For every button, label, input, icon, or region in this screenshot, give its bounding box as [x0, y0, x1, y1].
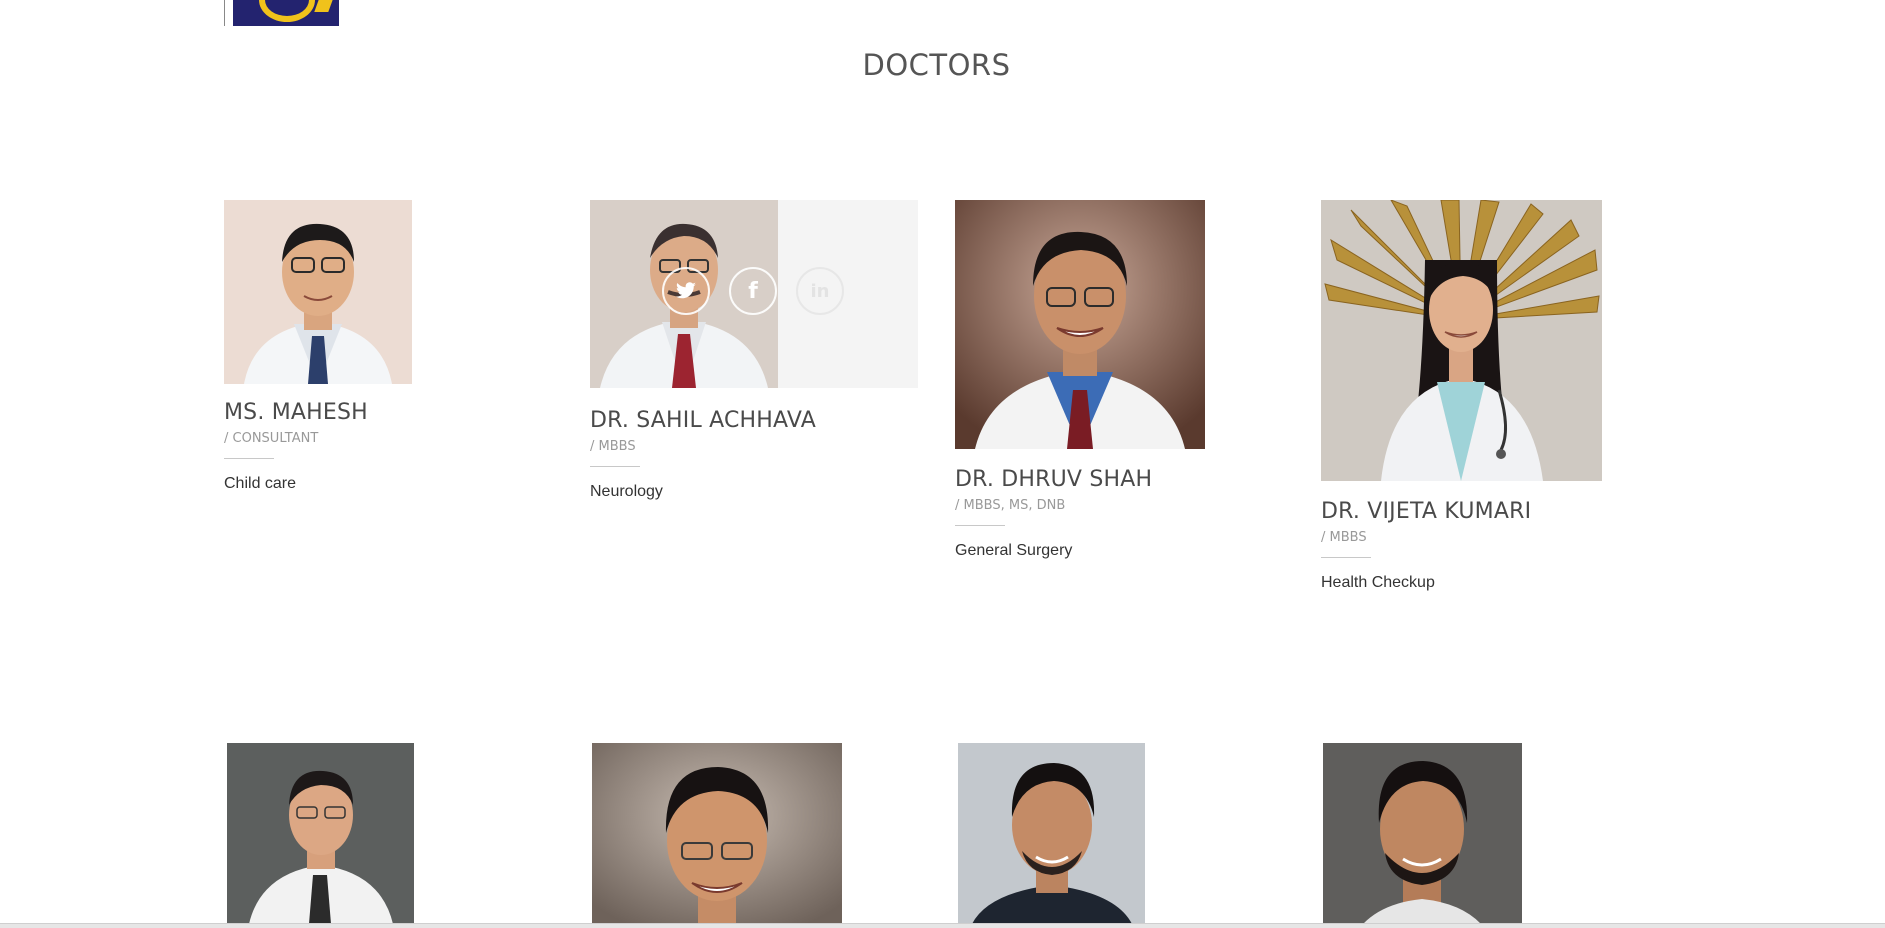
linkedin-icon[interactable]: in: [796, 267, 844, 315]
doctor-specialty: Child care: [224, 475, 297, 492]
page: DOCTORS MS. MAHESH / CONSULTANT Child ca…: [0, 0, 1885, 928]
site-logo[interactable]: [224, 0, 339, 26]
doctor-photo[interactable]: [1323, 743, 1522, 924]
doctor-card: DR. SAHIL ACHHAVA / MBBS Neurology: [590, 200, 930, 501]
doctor-name[interactable]: DR. SAHIL ACHHAVA: [590, 408, 930, 433]
twitter-bird-glyph: [676, 282, 696, 299]
doctor-photo[interactable]: [592, 743, 842, 924]
logo-arc: [259, 0, 315, 22]
divider: [590, 466, 640, 467]
doctor-specialty: Health Checkup: [1321, 574, 1435, 591]
facebook-icon[interactable]: f: [729, 267, 777, 315]
doctor-photo[interactable]: [227, 743, 414, 924]
linkedin-glyph: in: [810, 280, 830, 302]
logo-mark: [233, 0, 339, 26]
doctor-card: DR. DHRUV SHAH / MBBS, MS, DNB General S…: [955, 200, 1295, 560]
doctor-degree: / CONSULTANT: [224, 431, 319, 446]
divider: [955, 525, 1005, 526]
doctor-photo[interactable]: [224, 200, 412, 384]
horizontal-scrollbar[interactable]: [0, 923, 1885, 928]
doctor-specialty: Neurology: [590, 483, 663, 500]
divider: [224, 458, 274, 459]
doctor-degree: / MBBS: [1321, 530, 1367, 545]
divider: [1321, 557, 1371, 558]
doctor-card: DR. VIJETA KUMARI / MBBS Health Checkup: [1321, 200, 1661, 592]
doctor-photo[interactable]: [1321, 200, 1602, 481]
doctor-degree: / MBBS, MS, DNB: [955, 498, 1066, 513]
doctor-name[interactable]: MS. MAHESH: [224, 400, 564, 425]
doctor-specialty: General Surgery: [955, 542, 1073, 559]
twitter-icon[interactable]: [662, 267, 710, 315]
doctor-card: MS. MAHESH / CONSULTANT Child care: [224, 200, 564, 493]
logo-bar: [314, 0, 338, 12]
doctor-name[interactable]: DR. VIJETA KUMARI: [1321, 499, 1661, 524]
doctor-photo[interactable]: [955, 200, 1205, 449]
section-title: DOCTORS: [862, 48, 1011, 82]
doctor-degree: / MBBS: [590, 439, 636, 454]
doctor-name[interactable]: DR. DHRUV SHAH: [955, 467, 1295, 492]
doctor-photo[interactable]: [958, 743, 1145, 924]
facebook-glyph: f: [748, 278, 758, 304]
